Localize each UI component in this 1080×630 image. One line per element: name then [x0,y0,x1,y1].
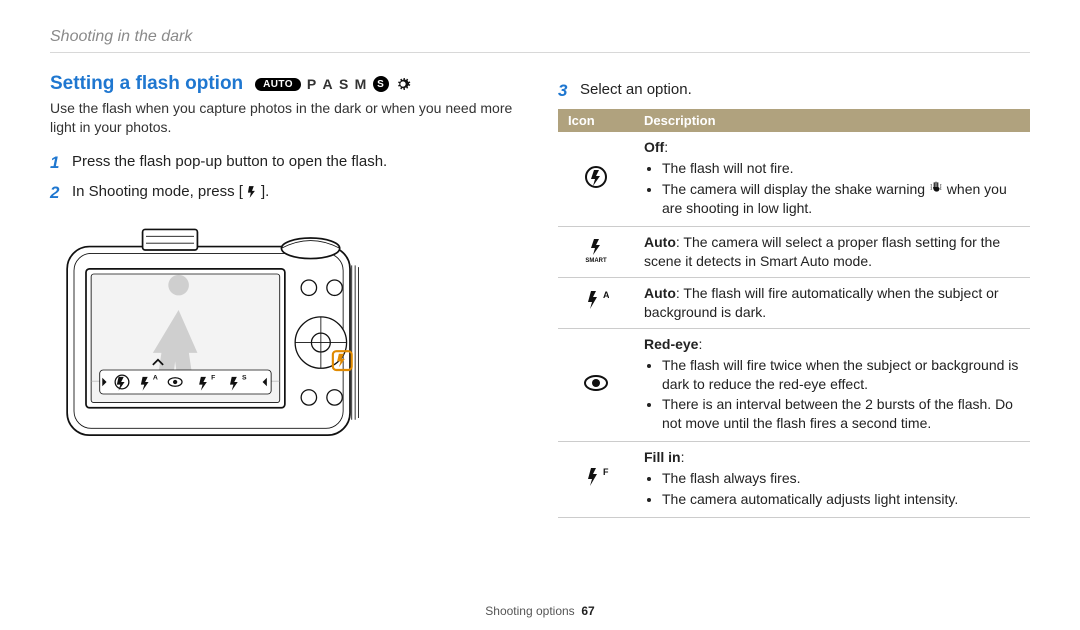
desc-smart-auto: Auto: The camera will select a proper fl… [634,227,1030,278]
redeye-b1: The flash will fire twice when the subje… [662,356,1020,394]
row-auto: A Auto: The flash will fire automaticall… [558,277,1030,328]
step-3-number: 3 [558,79,572,103]
step-3-text: Select an option. [580,79,692,100]
shake-warning-icon [929,180,943,199]
off-b1: The flash will not fire. [662,159,1020,178]
step-2-text: In Shooting mode, press []. [72,181,269,202]
step-2-number: 2 [50,181,64,205]
th-icon: Icon [558,109,634,132]
footer-page-number: 67 [581,604,594,618]
smart-title: Auto [644,234,676,250]
mode-auto-badge: AUTO [255,78,301,91]
desc-fillin: Fill in: The flash always fires. The cam… [634,442,1030,518]
row-fillin: F Fill in: The flash always fires. The c… [558,442,1030,518]
mode-p-badge: P [307,76,317,92]
step-1-number: 1 [50,151,64,175]
step-2-text-a: In Shooting mode, press [ [72,183,243,200]
icon-fillin: F [558,442,634,518]
footer-section: Shooting options [485,604,574,618]
row-smart-auto: SMART Auto: The camera will select a pro… [558,227,1030,278]
row-redeye: Red-eye: The flash will fire twice when … [558,328,1030,441]
fillin-title: Fill in [644,449,681,465]
flash-icon [243,183,261,201]
svg-text:SMART: SMART [585,258,607,263]
mode-s-circle-badge: S [373,76,389,92]
desc-off: Off: The flash will not fire. The camera… [634,132,1030,227]
desc-redeye: Red-eye: The flash will fire twice when … [634,328,1030,441]
camera-svg: A F S [50,214,410,454]
mode-gear-icon [395,76,411,92]
page-footer: Shooting options 67 [0,604,1080,618]
step-1-text: Press the flash pop-up button to open th… [72,151,387,172]
svg-text:F: F [603,467,609,477]
row-off: Off: The flash will not fire. The camera… [558,132,1030,227]
camera-illustration: A F S [50,214,522,454]
svg-text:F: F [211,375,215,382]
mode-a-badge: A [323,76,333,92]
icon-off [558,132,634,227]
icon-smart-auto: SMART [558,227,634,278]
svg-text:A: A [603,290,609,300]
th-description: Description [634,109,1030,132]
off-title: Off [644,139,664,155]
off-b2: The camera will display the shake warnin… [662,180,1020,219]
fillin-b1: The flash always fires. [662,469,1020,488]
svg-text:A: A [153,375,158,382]
right-column: 3 Select an option. Icon Description [558,73,1030,518]
redeye-b2: There is an interval between the 2 burst… [662,395,1020,433]
mode-s-badge: S [339,76,349,92]
icon-redeye [558,328,634,441]
section-heading: Setting a flash option [50,73,243,95]
icon-auto: A [558,277,634,328]
svg-text:S: S [242,375,247,382]
flash-options-table: Icon Description Off: The flash will n [558,109,1030,518]
two-column-layout: Setting a flash option AUTO P A S M S Us… [50,73,1030,518]
redeye-title: Red-eye [644,336,698,352]
step-1: 1 Press the flash pop-up button to open … [50,151,522,175]
mode-badges: AUTO P A S M S [255,76,410,92]
heading-row: Setting a flash option AUTO P A S M S [50,73,522,95]
intro-text: Use the flash when you capture photos in… [50,99,522,137]
auto-title: Auto [644,285,676,301]
breadcrumb: Shooting in the dark [50,28,1030,53]
desc-auto: Auto: The flash will fire automatically … [634,277,1030,328]
step-2-text-b: ]. [261,183,269,200]
mode-m-badge: M [355,76,367,92]
step-2: 2 In Shooting mode, press []. [50,181,522,205]
left-column: Setting a flash option AUTO P A S M S Us… [50,73,522,518]
step-3: 3 Select an option. [558,79,1030,103]
fillin-b2: The camera automatically adjusts light i… [662,490,1020,509]
manual-page: Shooting in the dark Setting a flash opt… [0,0,1080,630]
